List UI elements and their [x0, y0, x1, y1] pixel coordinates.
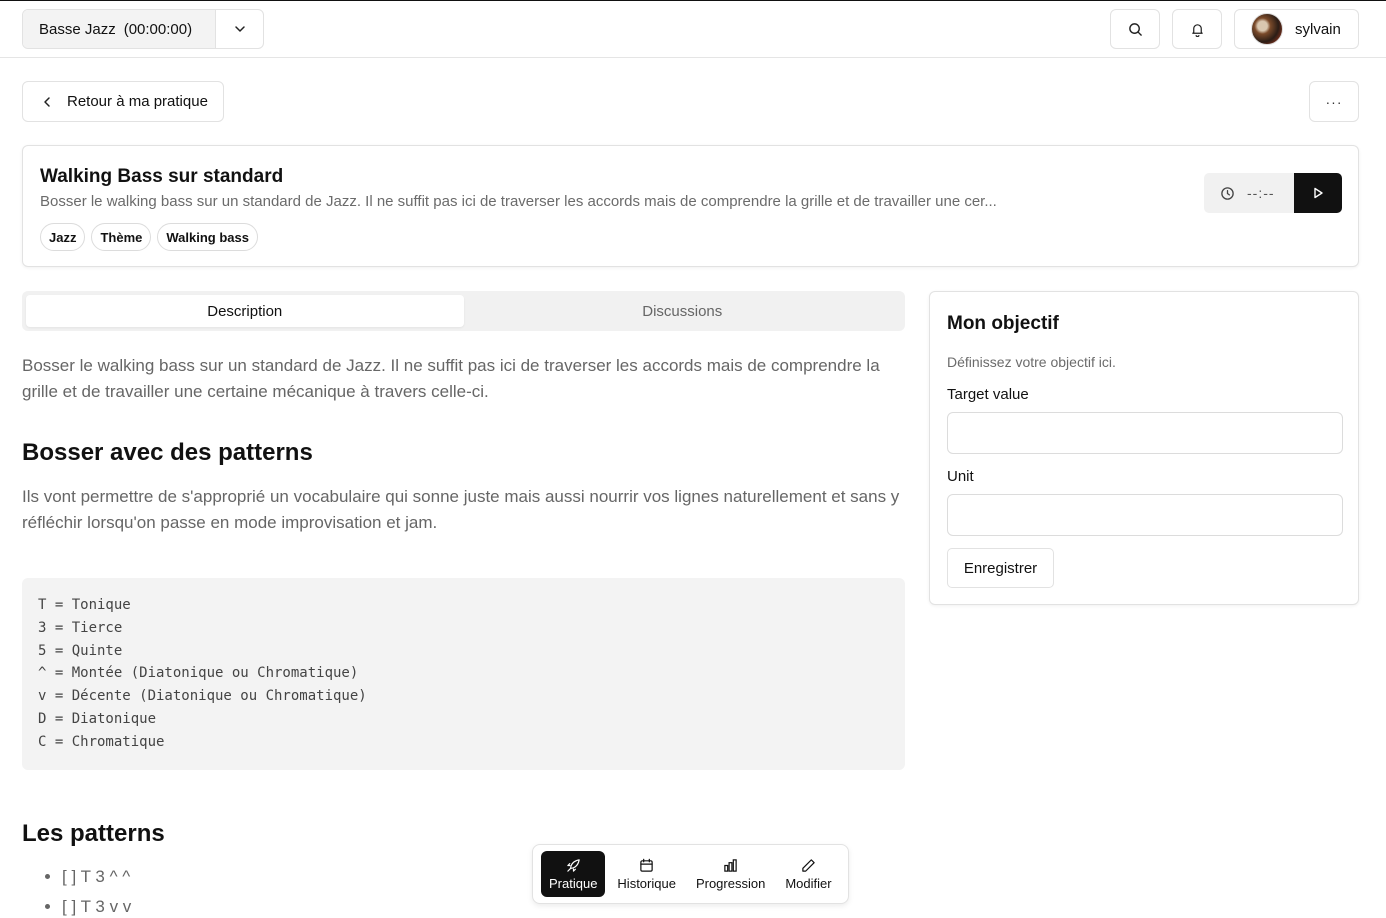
code-line: T = Tonique	[38, 597, 131, 613]
rocket-icon	[566, 857, 581, 873]
search-icon	[1128, 22, 1142, 36]
avatar	[1251, 13, 1283, 45]
target-value-input[interactable]	[947, 412, 1343, 454]
bottom-nav: Pratique Historique Progression Modifier	[532, 844, 849, 904]
session-label[interactable]: Basse Jazz (00:00:00)	[23, 10, 215, 48]
user-menu-button[interactable]: sylvain	[1234, 9, 1359, 49]
nav-historique[interactable]: Historique	[609, 851, 684, 897]
nav-pratique[interactable]: Pratique	[541, 851, 606, 897]
notifications-button[interactable]	[1172, 9, 1222, 49]
legend-code-block: T = Tonique 3 = Tierce 5 = Quinte ^ = Mo…	[22, 578, 905, 770]
clock-icon	[1221, 186, 1234, 200]
code-line: 5 = Quinte	[38, 642, 123, 659]
pencil-icon	[801, 857, 816, 873]
session-time: (00:00:00)	[123, 20, 193, 38]
search-button[interactable]	[1110, 9, 1160, 49]
back-to-practice-button[interactable]: Retour à ma pratique	[22, 81, 224, 122]
back-label: Retour à ma pratique	[67, 93, 208, 110]
exercise-description: Bosser le walking bass sur un standard d…	[40, 193, 997, 210]
target-value-label: Target value	[947, 386, 1029, 403]
exercise-card: Walking Bass sur standard Bosser le walk…	[22, 145, 1359, 267]
unit-label: Unit	[947, 468, 974, 485]
timer-control: --:--	[1204, 173, 1342, 213]
objective-subtitle: Définissez votre objectif ici.	[947, 354, 1116, 370]
more-options-button[interactable]: ···	[1309, 81, 1359, 122]
top-bar: Basse Jazz (00:00:00) sylvain	[0, 1, 1386, 58]
section-heading: Bosser avec des patterns	[22, 439, 313, 466]
code-line: v = Décente (Diatonique ou Chromatique)	[38, 688, 367, 705]
tag[interactable]: Thème	[91, 223, 152, 251]
ellipsis-icon: ···	[1325, 93, 1343, 110]
calendar-icon	[639, 857, 654, 873]
tag-list: Jazz Thème Walking bass	[40, 223, 258, 251]
content-tabs: Description Discussions	[22, 291, 905, 331]
code-line: D = Diatonique	[38, 710, 157, 727]
nav-modifier[interactable]: Modifier	[777, 851, 839, 897]
tab-discussions[interactable]: Discussions	[464, 295, 902, 327]
tag[interactable]: Walking bass	[157, 223, 258, 251]
exercise-title: Walking Bass sur standard	[40, 166, 284, 187]
save-button[interactable]: Enregistrer	[947, 548, 1054, 588]
chevron-left-icon	[44, 96, 50, 107]
timer-display[interactable]: --:--	[1204, 173, 1294, 213]
session-selector[interactable]: Basse Jazz (00:00:00)	[22, 9, 264, 49]
play-button[interactable]	[1294, 173, 1342, 213]
code-line: ^ = Montée (Diatonique ou Chromatique)	[38, 665, 359, 682]
patterns-paragraph: Ils vont permettre de s'approprié un voc…	[22, 487, 900, 532]
nav-label: Progression	[695, 876, 766, 891]
intro-paragraph: Bosser le walking bass sur un standard d…	[22, 356, 880, 401]
objective-card: Mon objectif Définissez votre objectif i…	[929, 291, 1359, 605]
tab-description[interactable]: Description	[26, 295, 464, 327]
nav-progression[interactable]: Progression	[688, 851, 773, 897]
bell-icon	[1191, 23, 1203, 37]
chevron-down-icon	[234, 26, 245, 32]
nav-label: Historique	[617, 876, 676, 891]
play-icon	[1314, 187, 1323, 199]
nav-label: Modifier	[785, 876, 832, 891]
objective-title: Mon objectif	[947, 313, 1059, 334]
unit-input[interactable]	[947, 494, 1343, 536]
tag[interactable]: Jazz	[40, 223, 86, 251]
description-content: Bosser le walking bass sur un standard d…	[22, 353, 905, 918]
code-line: C = Chromatique	[38, 733, 165, 750]
session-name: Basse Jazz	[39, 20, 116, 38]
session-dropdown-button[interactable]	[215, 10, 263, 48]
nav-label: Pratique	[549, 876, 598, 891]
timer-value: --:--	[1247, 185, 1275, 201]
bar-chart-icon	[723, 857, 738, 873]
code-line: 3 = Tierce	[38, 619, 123, 636]
user-name: sylvain	[1295, 20, 1341, 38]
